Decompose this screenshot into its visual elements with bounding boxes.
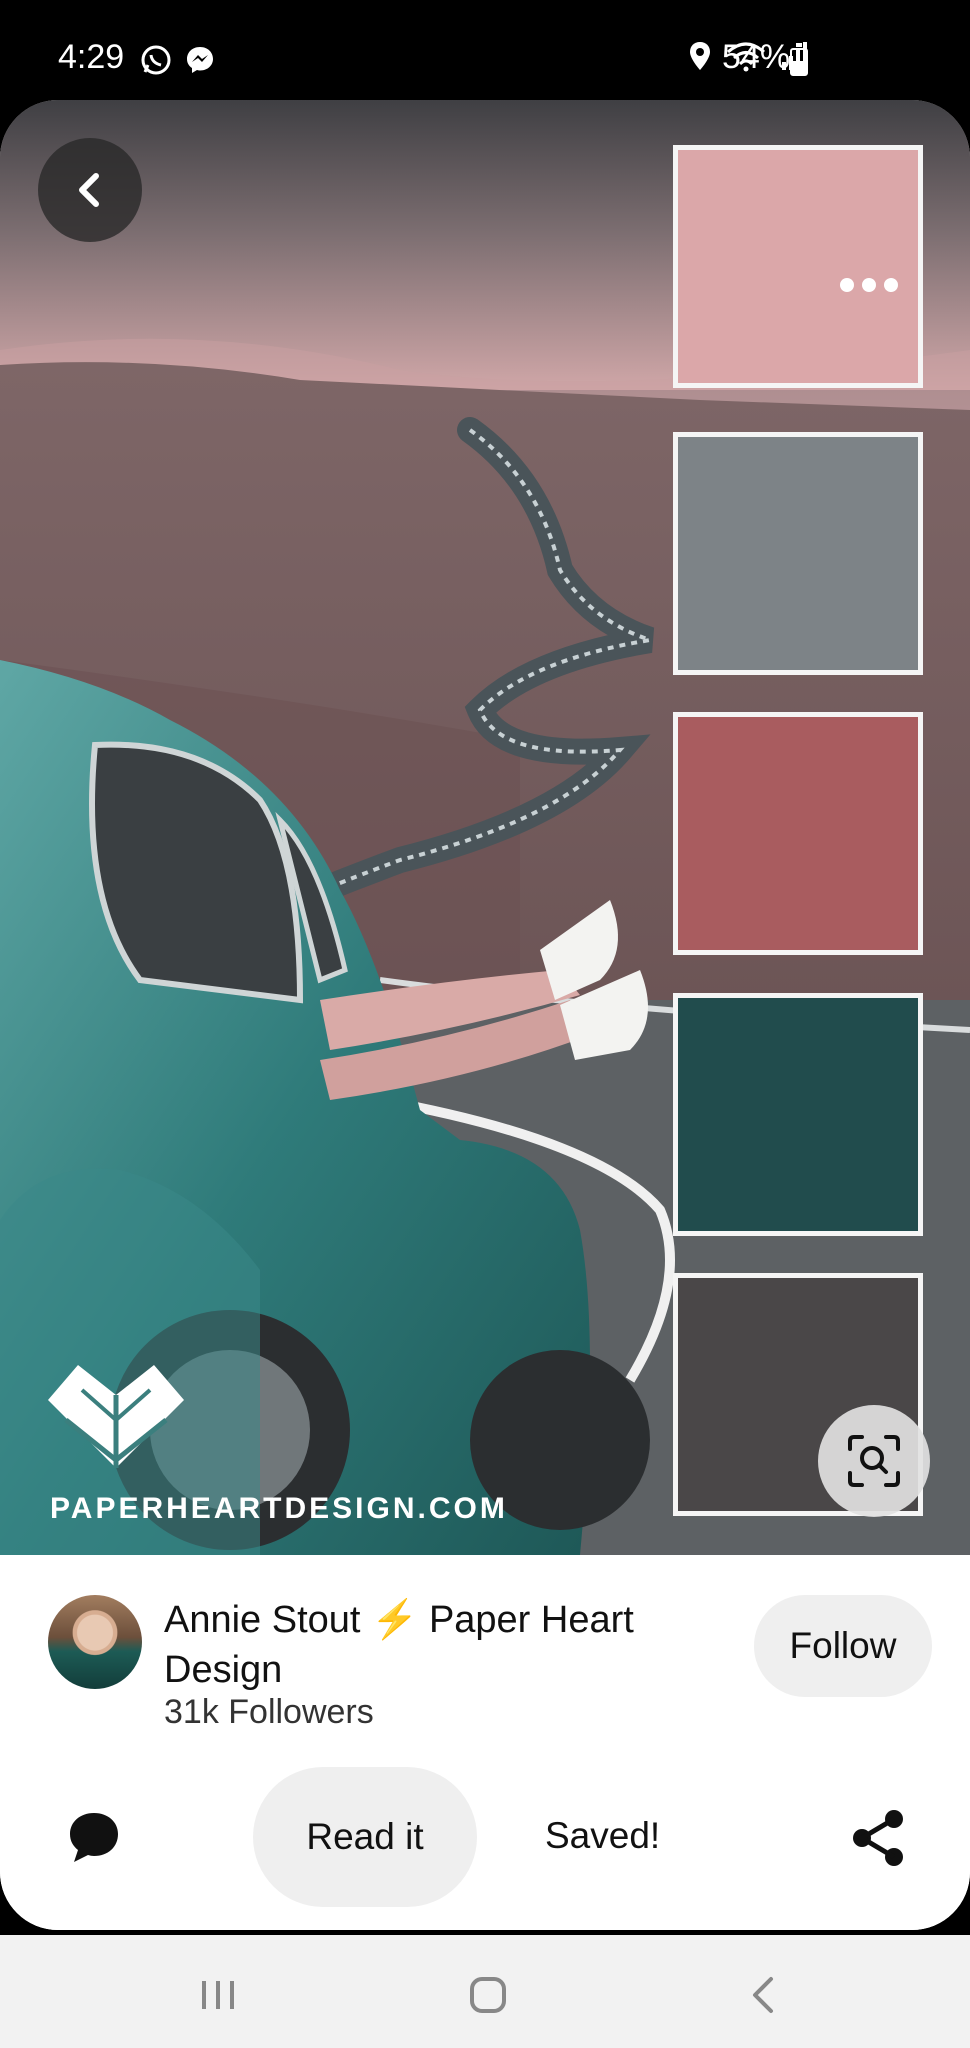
read-it-button[interactable]: Read it [253,1767,477,1907]
recents-icon[interactable] [198,1975,238,2015]
back-icon [79,173,99,207]
action-bar: Read it Saved! [0,1725,970,1930]
location-icon [690,42,710,70]
visual-search-icon [848,1435,900,1487]
more-icon-dot [862,278,876,292]
battery-level-fill [792,61,806,74]
color-swatch-rose-red [673,712,923,955]
back-nav-icon[interactable] [745,1975,785,2015]
creator-row: Annie Stout ⚡ Paper Heart Design 31k Fol… [0,1555,970,1731]
more-icon-dot [884,278,898,292]
whatsapp-icon [141,45,171,75]
visual-search-button[interactable] [818,1405,930,1517]
follow-button[interactable]: Follow [754,1595,932,1697]
system-nav-bar [0,1935,970,2048]
comment-icon [70,1813,118,1862]
creator-name[interactable]: Annie Stout ⚡ Paper Heart Design [164,1595,724,1695]
color-swatch-blush-pink [673,145,923,388]
home-icon[interactable] [468,1975,508,2015]
messenger-icon [187,47,213,73]
back-button[interactable] [38,138,142,242]
more-options-button[interactable] [840,270,910,300]
paper-heart-logo [48,1365,184,1468]
color-swatch-gray [673,432,923,675]
pin-image[interactable]: PAPERHEARTDESIGN.COM [0,100,970,1555]
share-button[interactable] [850,1809,908,1867]
watermark-text: PAPERHEARTDESIGN.COM [50,1492,508,1525]
battery-percent: 54% [722,38,791,76]
pin-card: PAPERHEARTDESIGN.COM Annie Stout ⚡ Paper… [0,100,970,1930]
battery-icon [790,43,808,76]
status-time: 4:29 [58,38,125,76]
share-icon [853,1810,903,1866]
lightning-bolt-icon: ⚡ [371,1599,419,1641]
more-icon-dot [840,278,854,292]
saved-label[interactable]: Saved! [545,1815,660,1857]
color-swatch-dark-teal [673,993,923,1236]
creator-avatar[interactable] [48,1595,142,1689]
status-left-icons [140,44,216,76]
comment-button[interactable] [64,1807,124,1867]
creator-name-part1: Annie Stout [164,1599,361,1641]
status-bar: 4:29 54% [0,0,970,100]
